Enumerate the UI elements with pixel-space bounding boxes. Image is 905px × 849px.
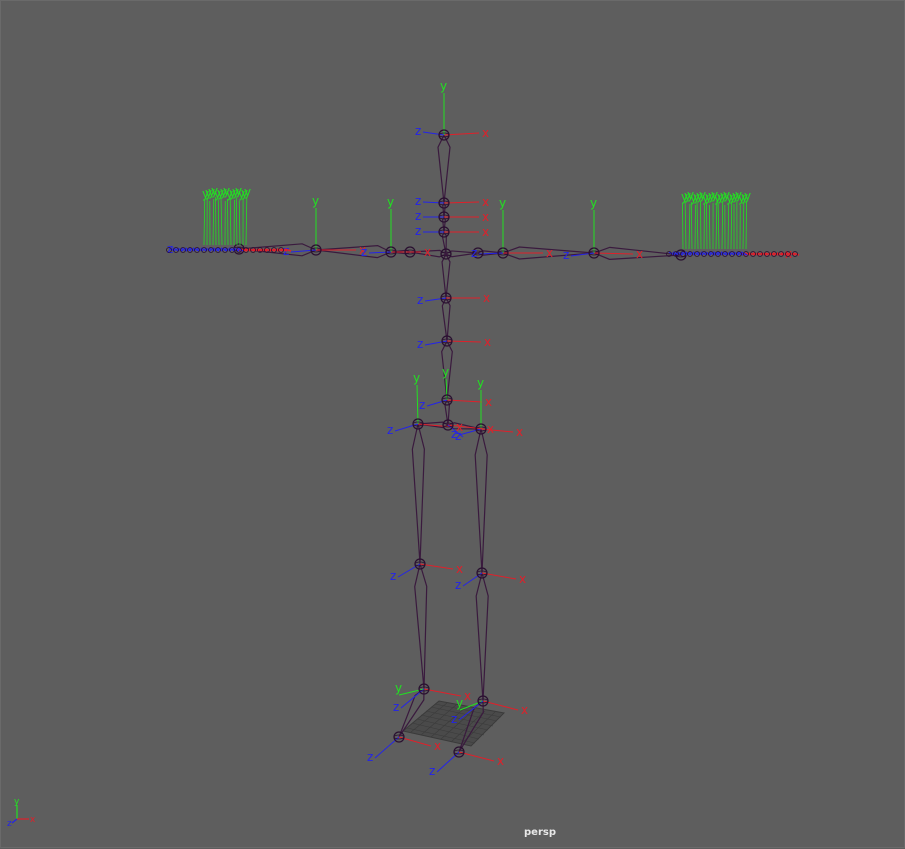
z-label-neck1: z bbox=[415, 209, 421, 223]
finger-y-axis-right bbox=[685, 201, 686, 249]
finger-y-axis-left bbox=[218, 200, 219, 245]
z-label-spine1: z bbox=[419, 398, 425, 412]
z-label-neck2: z bbox=[415, 224, 421, 238]
z-label-spine3: z bbox=[417, 293, 423, 307]
x-label-rShoulder: x bbox=[546, 246, 553, 260]
finger-y-axis-right bbox=[716, 201, 717, 249]
finger-y-axis-right bbox=[706, 202, 707, 249]
x-label-lToe: x bbox=[434, 739, 441, 753]
z-label-rKnee: z bbox=[455, 578, 461, 592]
y-label-spine1: y bbox=[442, 365, 449, 379]
finger-y-axis-right bbox=[695, 205, 696, 249]
bone-lShoulder-lElbow bbox=[316, 246, 391, 258]
y-label-rElbow: y bbox=[590, 196, 597, 210]
z-label-lHip: z bbox=[387, 423, 393, 437]
x-label-spine1: x bbox=[485, 395, 492, 409]
z-label-spine2: z bbox=[417, 337, 423, 351]
y-axis-lHip bbox=[417, 385, 418, 424]
x-label-rKnee: x bbox=[519, 572, 526, 586]
finger-y-axis-left bbox=[221, 198, 222, 245]
x-label-lKnee: x bbox=[456, 562, 463, 576]
bone-spine3-spine2 bbox=[442, 298, 450, 341]
gizmo-x-label: x bbox=[30, 815, 36, 825]
y-label-lAnkle: y bbox=[395, 681, 402, 695]
persp-viewport[interactable]: xyzxzxzxzxzxzxyzxyzxyzxzxzxzxyzxyzxzxzxy… bbox=[0, 0, 905, 848]
x-axis-lAnkle bbox=[424, 689, 461, 696]
z-label-lShoulder: z bbox=[361, 245, 367, 259]
x-label-spine3: x bbox=[483, 291, 490, 305]
x-label-neck2: x bbox=[482, 225, 489, 239]
x-label-head: x bbox=[482, 126, 489, 140]
finger-y-axis-right bbox=[689, 204, 690, 249]
x-label-neckTop: x bbox=[482, 195, 489, 209]
finger-y-axis-right bbox=[743, 203, 744, 249]
finger-y-axis-right bbox=[697, 203, 698, 249]
bone-head-neckTop bbox=[438, 135, 450, 203]
gizmo-y-label: y bbox=[14, 797, 20, 807]
z-label-neckTop: z bbox=[415, 194, 421, 208]
bone-lKnee-lAnkle bbox=[415, 564, 427, 689]
x-label-neck1: x bbox=[482, 210, 489, 224]
bone-rHip-rKnee bbox=[475, 429, 487, 573]
finger-y-axis-right bbox=[728, 203, 729, 249]
bone-lHip-lKnee bbox=[412, 424, 424, 564]
z-label-rToe: z bbox=[429, 764, 435, 778]
x-axis-rElbow bbox=[594, 253, 633, 254]
y-label-head: y bbox=[440, 79, 447, 93]
z-label-lKnee: z bbox=[390, 569, 396, 583]
finger-y-axis-left bbox=[213, 199, 214, 245]
x-label-hips: x bbox=[487, 422, 494, 436]
finger-y-axis-right bbox=[709, 205, 710, 249]
y-label-rHip: y bbox=[477, 376, 484, 390]
finger-y-axis-left bbox=[236, 198, 237, 245]
z-label-rShoulder: z bbox=[471, 246, 477, 260]
finger-y-label-right: y bbox=[744, 189, 751, 203]
x-label-lShoulder: x bbox=[424, 245, 431, 259]
finger-y-axis-left bbox=[239, 201, 240, 245]
z-label-head: z bbox=[415, 124, 421, 138]
finger-y-axis-left bbox=[204, 200, 205, 245]
finger-y-axis-left bbox=[230, 197, 231, 245]
skeleton-bones bbox=[239, 135, 681, 752]
finger-y-axis-right bbox=[691, 202, 692, 249]
bone-rKnee-rAnkle bbox=[476, 573, 488, 701]
camera-name-label: persp bbox=[524, 827, 556, 838]
z-axis-spine1 bbox=[427, 400, 447, 406]
x-label-lAnkle: x bbox=[464, 689, 471, 703]
z-axis-neckTop bbox=[423, 202, 444, 203]
z-label-rAnkle: z bbox=[451, 712, 457, 726]
x-label-spine2: x bbox=[484, 335, 491, 349]
finger-y-axis-right bbox=[718, 204, 719, 249]
gizmo-z-label: z bbox=[7, 819, 12, 829]
skeleton-joints bbox=[234, 130, 686, 757]
y-label-lHip: y bbox=[413, 371, 420, 385]
finger-y-axis-right bbox=[746, 201, 747, 249]
x-label-rElbow: x bbox=[636, 247, 643, 261]
view-axis-gizmo: y x z bbox=[7, 797, 36, 829]
bone-chest-spine3 bbox=[442, 254, 450, 298]
finger-y-axis-right bbox=[731, 201, 732, 249]
y-label-lElbow: y bbox=[312, 194, 319, 208]
x-label-rToe: x bbox=[497, 754, 504, 768]
skeleton-scene[interactable]: xyzxzxzxzxzxzxyzxyzxyzxzxzxzxyzxyzxzxzxy… bbox=[1, 1, 905, 849]
x-label-rAnkle: x bbox=[521, 703, 528, 717]
x-label-rHip: x bbox=[516, 425, 523, 439]
y-label-rShoulder: y bbox=[499, 196, 506, 210]
finger-y-axis-left bbox=[246, 197, 247, 245]
z-label-lToe: z bbox=[367, 750, 373, 764]
z-label-hips: z bbox=[455, 429, 461, 443]
finger-y-axis-right bbox=[700, 201, 701, 249]
z-label-lAnkle: z bbox=[393, 700, 399, 714]
z-label-rElbow: z bbox=[563, 248, 569, 262]
finger-y-axis-right bbox=[722, 202, 723, 249]
y-label-rAnkle: y bbox=[456, 696, 463, 710]
y-label-lShoulder: y bbox=[387, 195, 394, 209]
finger-y-label-left: y bbox=[244, 185, 251, 199]
